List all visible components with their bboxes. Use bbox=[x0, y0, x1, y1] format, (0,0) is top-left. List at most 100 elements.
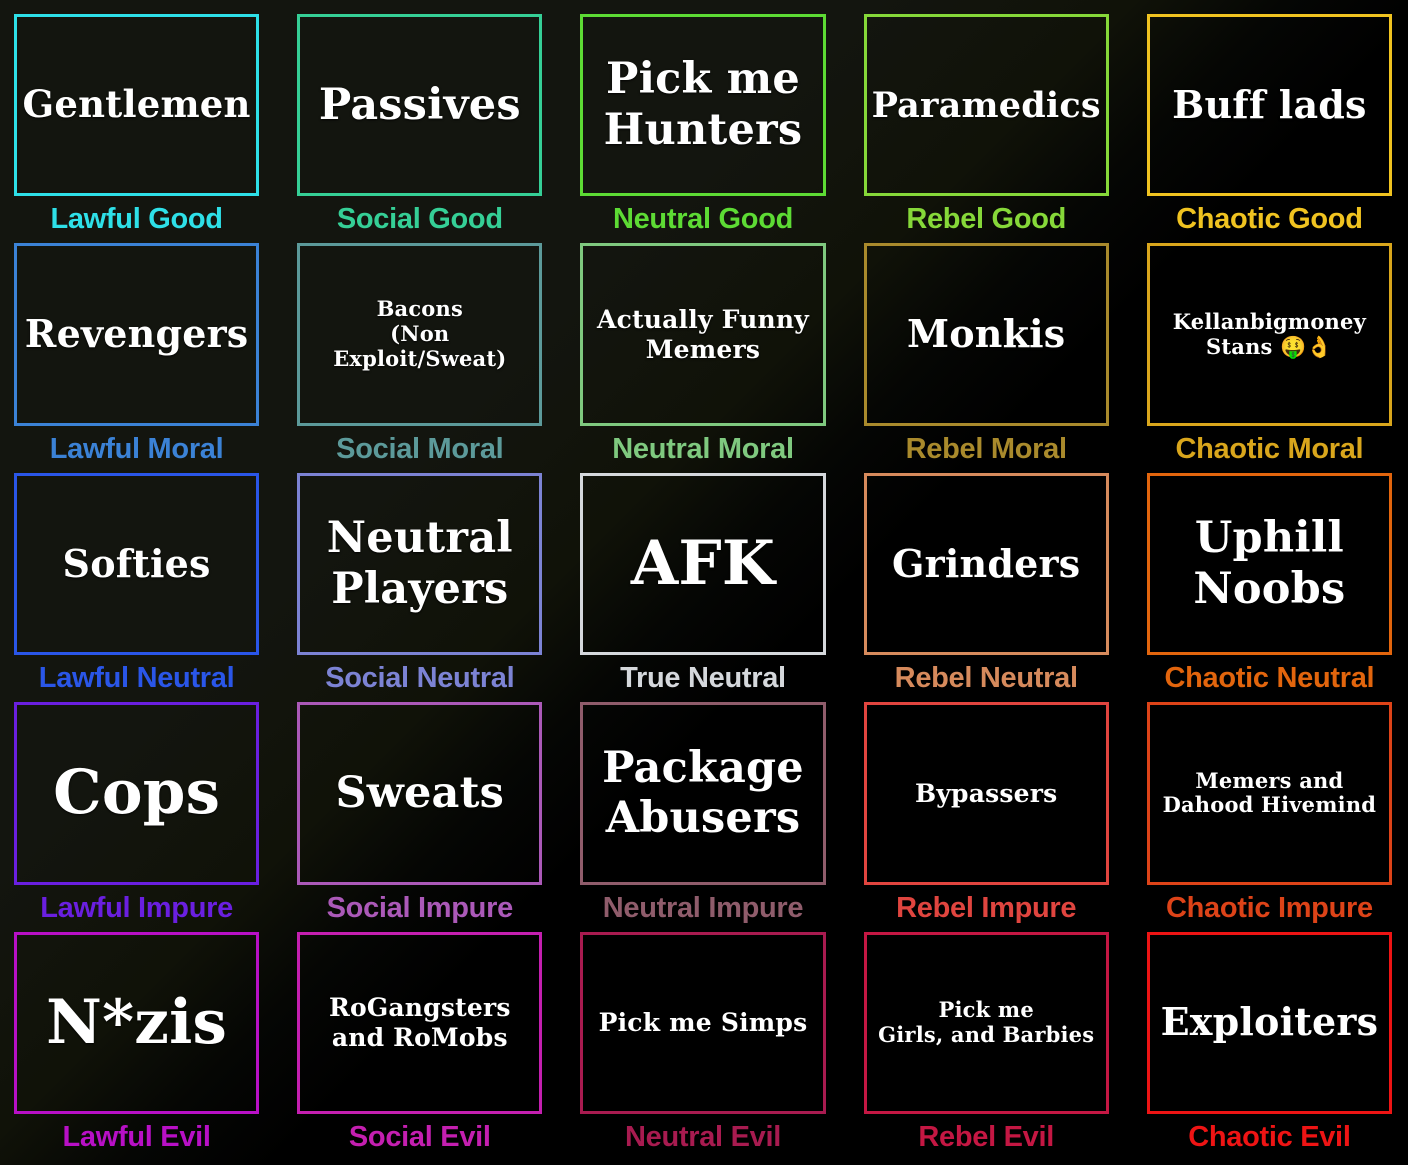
alignment-name-social-impure: Social Impure bbox=[326, 891, 514, 924]
alignment-cell-rebel-good: Paramedics Rebel Good bbox=[863, 14, 1109, 237]
alignment-cell-true-neutral: AFK True Neutral bbox=[580, 472, 826, 696]
alignment-name-lawful-good: Lawful Good bbox=[50, 203, 223, 236]
entry-label-chaotic-moral: Kellanbigmoney Stans 🤑👌 bbox=[1172, 308, 1366, 359]
entry-box-social-good: Passives bbox=[297, 14, 543, 197]
entry-box-rebel-neutral: Grinders bbox=[863, 472, 1109, 656]
alignment-name-chaotic-evil: Chaotic Evil bbox=[1188, 1120, 1351, 1153]
entry-box-rebel-good: Paramedics bbox=[863, 14, 1109, 197]
alignment-name-social-good: Social Good bbox=[336, 203, 503, 236]
entry-box-chaotic-moral: Kellanbigmoney Stans 🤑👌 bbox=[1146, 243, 1392, 426]
entry-label-lawful-neutral: Softies bbox=[62, 540, 211, 586]
entry-box-rebel-evil: Pick me Girls, and Barbies bbox=[863, 931, 1109, 1114]
entry-box-lawful-impure: Cops bbox=[14, 702, 260, 885]
entry-box-neutral-impure: Package Abusers bbox=[580, 702, 826, 885]
alignment-cell-rebel-evil: Pick me Girls, and Barbies Rebel Evil bbox=[863, 931, 1109, 1155]
alignment-name-rebel-good: Rebel Good bbox=[906, 203, 1067, 236]
alignment-cell-neutral-good: Pick me Hunters Neutral Good bbox=[580, 14, 826, 237]
alignment-name-neutral-evil: Neutral Evil bbox=[625, 1120, 781, 1153]
entry-box-neutral-good: Pick me Hunters bbox=[580, 14, 826, 197]
alignment-cell-rebel-moral: Monkis Rebel Moral bbox=[863, 243, 1109, 466]
alignment-name-lawful-evil: Lawful Evil bbox=[62, 1120, 211, 1153]
entry-label-neutral-moral: Actually Funny Memers bbox=[597, 305, 809, 364]
alignment-grid: Gentlemen Lawful Good Passives Social Good P… bbox=[0, 0, 1408, 1165]
alignment-cell-social-impure: Sweats Social Impure bbox=[297, 702, 543, 925]
alignment-chart: Gentlemen Lawful Good Passives Social Good P… bbox=[0, 0, 1408, 1165]
alignment-name-chaotic-impure: Chaotic Impure bbox=[1165, 891, 1373, 924]
entry-box-rebel-impure: Bypassers bbox=[863, 702, 1109, 885]
alignment-cell-social-moral: Bacons (Non Exploit/Sweat) Social Moral bbox=[297, 243, 543, 466]
alignment-name-lawful-impure: Lawful Impure bbox=[40, 891, 233, 924]
alignment-name-rebel-moral: Rebel Moral bbox=[905, 432, 1067, 465]
entry-label-rebel-good: Paramedics bbox=[871, 84, 1101, 126]
entry-box-social-impure: Sweats bbox=[297, 702, 543, 885]
entry-box-lawful-good: Gentlemen bbox=[14, 14, 260, 197]
alignment-cell-neutral-evil: Pick me Simps Neutral Evil bbox=[580, 931, 826, 1155]
alignment-cell-chaotic-evil: Exploiters Chaotic Evil bbox=[1146, 931, 1392, 1155]
alignment-name-chaotic-good: Chaotic Good bbox=[1176, 203, 1363, 236]
alignment-cell-neutral-impure: Package Abusers Neutral Impure bbox=[580, 702, 826, 925]
alignment-name-chaotic-neutral: Chaotic Neutral bbox=[1164, 662, 1375, 695]
alignment-cell-chaotic-good: Buff lads Chaotic Good bbox=[1146, 14, 1392, 237]
entry-label-true-neutral: AFK bbox=[630, 528, 776, 599]
entry-box-neutral-evil: Pick me Simps bbox=[580, 931, 826, 1114]
entry-box-lawful-evil: N*zis bbox=[14, 931, 260, 1114]
entry-label-rebel-impure: Bypassers bbox=[914, 778, 1058, 808]
entry-label-neutral-good: Pick me Hunters bbox=[603, 54, 803, 156]
entry-label-rebel-evil: Pick me Girls, and Barbies bbox=[878, 997, 1095, 1047]
entry-label-rebel-neutral: Grinders bbox=[892, 540, 1081, 586]
alignment-cell-lawful-good: Gentlemen Lawful Good bbox=[14, 14, 260, 237]
entry-label-social-good: Passives bbox=[318, 79, 521, 130]
entry-label-neutral-evil: Pick me Simps bbox=[598, 1008, 808, 1038]
alignment-cell-lawful-neutral: Softies Lawful Neutral bbox=[14, 472, 260, 696]
alignment-cell-social-evil: RoGangsters and RoMobs Social Evil bbox=[297, 931, 543, 1155]
entry-box-lawful-neutral: Softies bbox=[14, 472, 260, 656]
entry-box-chaotic-evil: Exploiters bbox=[1146, 931, 1392, 1114]
alignment-name-rebel-impure: Rebel Impure bbox=[896, 891, 1077, 924]
alignment-cell-chaotic-moral: Kellanbigmoney Stans 🤑👌 Chaotic Moral bbox=[1146, 243, 1392, 466]
entry-box-chaotic-neutral: Uphill Noobs bbox=[1146, 472, 1392, 656]
alignment-name-neutral-good: Neutral Good bbox=[612, 203, 794, 236]
entry-box-rebel-moral: Monkis bbox=[863, 243, 1109, 426]
alignment-name-rebel-neutral: Rebel Neutral bbox=[894, 662, 1078, 695]
entry-label-lawful-good: Gentlemen bbox=[22, 82, 251, 127]
alignment-name-lawful-moral: Lawful Moral bbox=[49, 432, 224, 465]
alignment-name-true-neutral: True Neutral bbox=[620, 662, 786, 695]
entry-label-social-impure: Sweats bbox=[335, 768, 505, 819]
alignment-cell-lawful-moral: Revengers Lawful Moral bbox=[14, 243, 260, 466]
entry-box-social-evil: RoGangsters and RoMobs bbox=[297, 931, 543, 1114]
entry-box-neutral-moral: Actually Funny Memers bbox=[580, 243, 826, 426]
entry-label-chaotic-neutral: Uphill Noobs bbox=[1193, 513, 1346, 614]
entry-label-chaotic-evil: Exploiters bbox=[1160, 999, 1379, 1045]
alignment-name-social-moral: Social Moral bbox=[336, 432, 504, 465]
entry-label-lawful-evil: N*zis bbox=[46, 986, 227, 1058]
alignment-name-lawful-neutral: Lawful Neutral bbox=[38, 662, 235, 695]
alignment-name-rebel-evil: Rebel Evil bbox=[918, 1120, 1054, 1153]
alignment-cell-neutral-moral: Actually Funny Memers Neutral Moral bbox=[580, 243, 826, 466]
alignment-cell-lawful-evil: N*zis Lawful Evil bbox=[14, 931, 260, 1155]
entry-label-lawful-moral: Revengers bbox=[24, 311, 249, 357]
entry-label-social-neutral: Neutral Players bbox=[326, 513, 513, 614]
alignment-cell-chaotic-impure: Memers and Dahood Hivemind Chaotic Impure bbox=[1146, 702, 1392, 925]
alignment-cell-social-good: Passives Social Good bbox=[297, 14, 543, 237]
alignment-name-social-neutral: Social Neutral bbox=[325, 662, 515, 695]
alignment-name-chaotic-moral: Chaotic Moral bbox=[1175, 432, 1364, 465]
entry-label-chaotic-good: Buff lads bbox=[1172, 81, 1367, 127]
alignment-cell-lawful-impure: Cops Lawful Impure bbox=[14, 702, 260, 925]
entry-label-chaotic-impure: Memers and Dahood Hivemind bbox=[1162, 767, 1377, 818]
entry-box-lawful-moral: Revengers bbox=[14, 243, 260, 426]
alignment-cell-chaotic-neutral: Uphill Noobs Chaotic Neutral bbox=[1146, 472, 1392, 696]
entry-box-social-moral: Bacons (Non Exploit/Sweat) bbox=[297, 243, 543, 426]
alignment-cell-social-neutral: Neutral Players Social Neutral bbox=[297, 472, 543, 696]
alignment-cell-rebel-neutral: Grinders Rebel Neutral bbox=[863, 472, 1109, 696]
entry-box-social-neutral: Neutral Players bbox=[297, 472, 543, 656]
entry-label-lawful-impure: Cops bbox=[53, 757, 221, 829]
entry-label-social-moral: Bacons (Non Exploit/Sweat) bbox=[333, 296, 507, 371]
entry-label-neutral-impure: Package Abusers bbox=[602, 742, 804, 844]
alignment-cell-rebel-impure: Bypassers Rebel Impure bbox=[863, 702, 1109, 925]
alignment-name-neutral-impure: Neutral Impure bbox=[602, 891, 804, 924]
alignment-name-neutral-moral: Neutral Moral bbox=[612, 432, 794, 465]
entry-label-social-evil: RoGangsters and RoMobs bbox=[328, 993, 511, 1052]
alignment-name-social-evil: Social Evil bbox=[348, 1120, 491, 1153]
entry-box-chaotic-impure: Memers and Dahood Hivemind bbox=[1146, 702, 1392, 885]
entry-box-chaotic-good: Buff lads bbox=[1146, 14, 1392, 197]
